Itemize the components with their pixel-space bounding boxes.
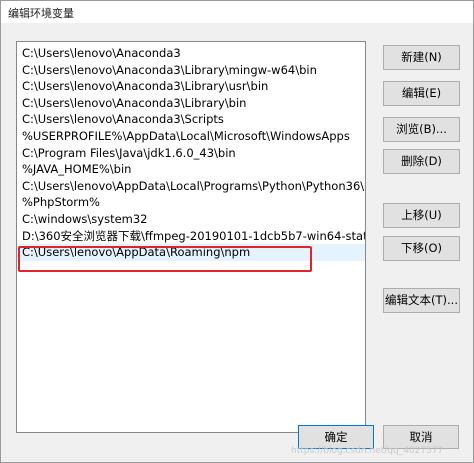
list-item[interactable]: %PhpStorm% bbox=[17, 194, 365, 211]
list-item[interactable]: C:\Program Files\Java\jdk1.6.0_43\bin bbox=[17, 145, 365, 162]
list-item[interactable]: C:\Users\lenovo\AppData\Local\Programs\P… bbox=[17, 178, 365, 195]
list-item[interactable]: C:\Users\lenovo\Anaconda3 bbox=[17, 45, 365, 62]
new-button[interactable]: 新建(N) bbox=[383, 45, 460, 70]
delete-button[interactable]: 删除(D) bbox=[383, 149, 460, 174]
move-up-button[interactable]: 上移(U) bbox=[383, 203, 460, 228]
list-item[interactable]: C:\Users\lenovo\Anaconda3\Library\usr\bi… bbox=[17, 78, 365, 95]
title-bar: 编辑环境变量 bbox=[1, 1, 473, 23]
list-item[interactable]: C:\Users\lenovo\Anaconda3\Library\mingw-… bbox=[17, 62, 365, 79]
annotation-highlight-box bbox=[18, 246, 312, 272]
list-item[interactable]: D:\360安全浏览器下载\ffmpeg-20190101-1dcb5b7-wi… bbox=[17, 228, 365, 245]
dialog-title: 编辑环境变量 bbox=[8, 7, 74, 20]
watermark-text: https://blog.csdn.net/qq_4027577 bbox=[291, 446, 444, 456]
list-item[interactable]: %USERPROFILE%\AppData\Local\Microsoft\Wi… bbox=[17, 128, 365, 145]
list-item[interactable]: C:\windows\system32 bbox=[17, 211, 365, 228]
browse-button[interactable]: 浏览(B)... bbox=[383, 117, 460, 142]
list-item[interactable]: C:\Users\lenovo\Anaconda3\Library\bin bbox=[17, 95, 365, 112]
move-down-button[interactable]: 下移(O) bbox=[383, 236, 460, 261]
list-item[interactable]: C:\Users\lenovo\Anaconda3\Scripts bbox=[17, 111, 365, 128]
list-item[interactable]: %JAVA_HOME%\bin bbox=[17, 161, 365, 178]
path-list[interactable]: C:\Users\lenovo\Anaconda3 C:\Users\lenovo… bbox=[16, 41, 366, 433]
edit-env-variable-dialog: 编辑环境变量 C:\Users\lenovo\Anaconda3 C:\Users… bbox=[0, 0, 474, 463]
edit-text-button[interactable]: 编辑文本(T)... bbox=[383, 288, 460, 313]
edit-button[interactable]: 编辑(E) bbox=[383, 81, 460, 106]
